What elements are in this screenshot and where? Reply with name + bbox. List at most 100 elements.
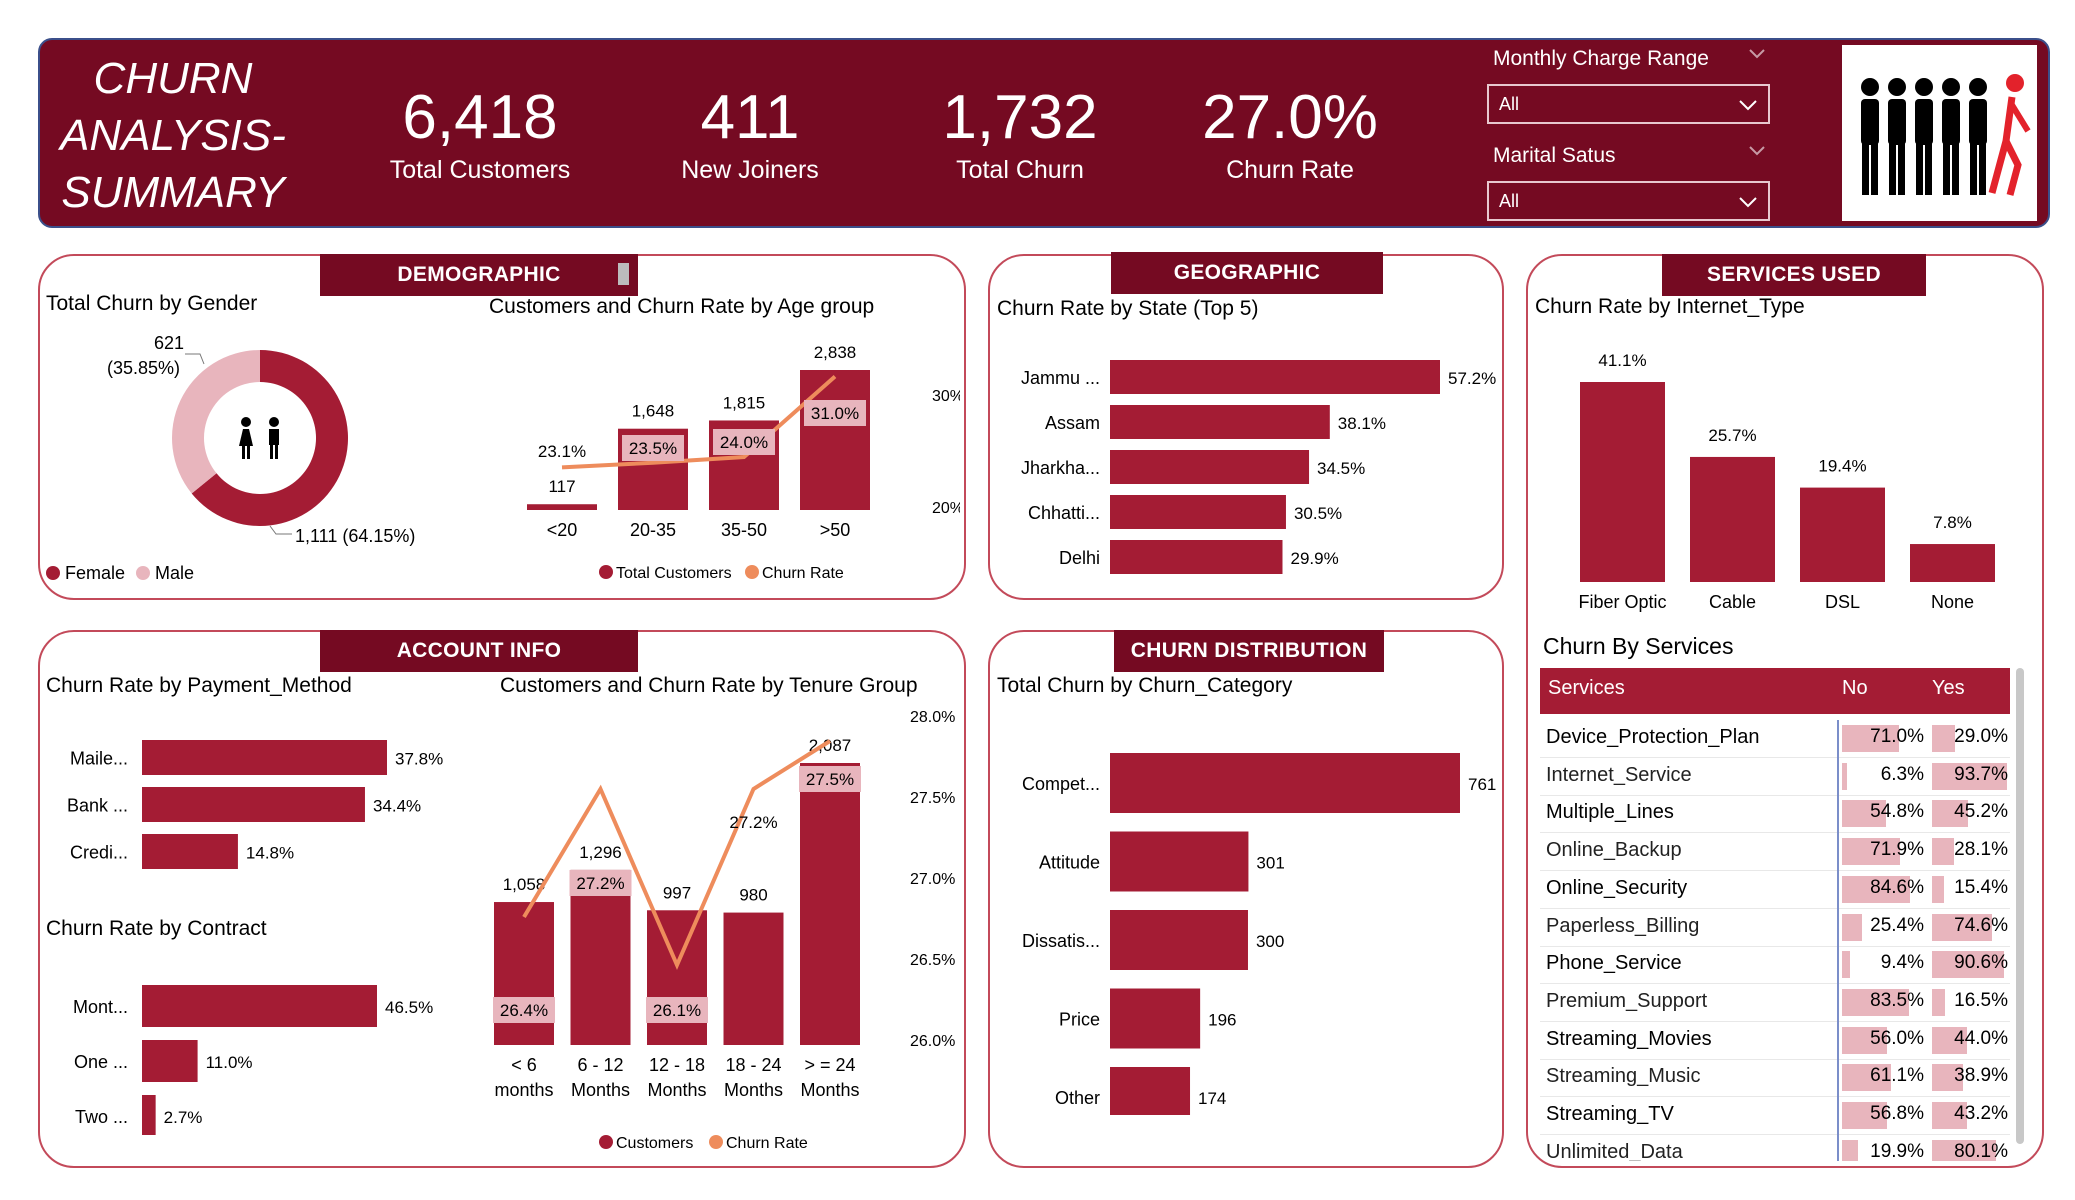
body xyxy=(1969,99,1987,145)
bar-3 xyxy=(1110,988,1201,1049)
bar-value-label: 761 xyxy=(1468,775,1496,794)
body xyxy=(1861,99,1879,145)
bar-value-label: 1,648 xyxy=(632,402,675,421)
table-row[interactable]: Unlimited_Data 19.9% 80.1% xyxy=(1540,1135,2010,1161)
table-row[interactable]: Device_Protection_Plan 71.0% 29.0% xyxy=(1540,720,2010,758)
male-icon-leg xyxy=(270,444,273,459)
leg xyxy=(1952,143,1959,195)
donut-label-male-value: 621 xyxy=(154,333,185,353)
table-row[interactable]: Streaming_TV 56.8% 43.2% xyxy=(1540,1097,2010,1135)
bar-0 xyxy=(1110,753,1460,813)
bar-value-label: 1,815 xyxy=(723,393,766,412)
table-row[interactable]: Streaming_Music 61.1% 38.9% xyxy=(1540,1059,2010,1098)
yes-value: 38.9% xyxy=(1954,1065,2008,1087)
no-value: 61.1% xyxy=(1870,1065,1924,1087)
right-axis-tick: 26.0% xyxy=(910,1033,955,1050)
scrollbar-handle[interactable] xyxy=(618,263,629,285)
legend-label: Male xyxy=(155,563,195,583)
churn-rate-line xyxy=(561,375,837,470)
bar-value-label: 38.1% xyxy=(1338,414,1386,433)
table-row[interactable]: Streaming_Movies 56.0% 44.0% xyxy=(1540,1022,2010,1060)
bar-value-label: 997 xyxy=(663,883,691,902)
table-row[interactable]: Paperless_Billing 25.4% 74.6% xyxy=(1540,909,2010,947)
yes-value: 15.4% xyxy=(1954,876,2008,898)
bar-4 xyxy=(1110,540,1283,574)
chevron-down-icon[interactable] xyxy=(1748,144,1766,158)
legend-dot xyxy=(745,565,759,579)
legend-label: Total Customers xyxy=(616,565,732,582)
chevron-down-icon xyxy=(1739,100,1757,111)
age-combo-chart: 117 <20 1,648 20-35 1,815 35-50 2,838 >50 23.1% 2… xyxy=(527,343,960,582)
service-name: Streaming_Movies xyxy=(1546,1027,1712,1050)
category-label: Other xyxy=(1055,1088,1100,1108)
category-label: Two ... xyxy=(75,1107,128,1127)
table-row[interactable]: Online_Backup 71.9% 28.1% xyxy=(1540,833,2010,872)
category-label: Jharkha... xyxy=(1021,458,1100,478)
table-row[interactable]: Internet_Service 6.3% 93.7% xyxy=(1540,758,2010,796)
header-yes[interactable]: Yes xyxy=(1932,677,1965,700)
category-label: Cable xyxy=(1709,592,1756,612)
legend-label: Churn Rate xyxy=(726,1135,808,1152)
table-row[interactable]: Phone_Service 9.4% 90.6% xyxy=(1540,946,2010,985)
bar-2 xyxy=(1110,450,1310,484)
table-scrollbar[interactable] xyxy=(2016,668,2024,1144)
category-label: Dissatis... xyxy=(1022,931,1100,951)
donut-label-male-pct: (35.85%) xyxy=(107,358,181,378)
service-name: Streaming_Music xyxy=(1546,1065,1701,1088)
bar-0 xyxy=(1110,360,1440,394)
kpi-value: 411 xyxy=(700,83,800,152)
header-services[interactable]: Services xyxy=(1548,677,1625,700)
services-table: Services No Yes Device_Protection_Plan 71… xyxy=(1540,668,2024,1161)
category-label: Compet... xyxy=(1022,774,1100,794)
header-no[interactable]: No xyxy=(1842,677,1868,700)
right-axis-tick: 26.5% xyxy=(910,952,955,969)
bar-value-label: 980 xyxy=(739,886,767,905)
bar-1 xyxy=(1690,456,1775,582)
right-axis-tick: 30% xyxy=(932,388,960,405)
service-name: Online_Security xyxy=(1546,876,1688,899)
rate-value-label: 26.4% xyxy=(500,1001,548,1020)
table-row[interactable]: Premium_Support 83.5% 16.5% xyxy=(1540,984,2010,1022)
yes-value: 28.1% xyxy=(1954,839,2008,861)
table-row[interactable]: Multiple_Lines 54.8% 45.2% xyxy=(1540,795,2010,834)
body xyxy=(1888,99,1906,145)
person-figure-3 xyxy=(1942,78,1960,195)
leader-line-male xyxy=(185,353,205,365)
male-icon-leg xyxy=(275,444,278,459)
head xyxy=(1969,78,1987,96)
bar-4 xyxy=(800,763,860,1045)
kpi-value: 1,732 xyxy=(942,83,1098,152)
head xyxy=(1942,78,1960,96)
chevron-down-icon[interactable] xyxy=(1748,47,1766,61)
leg xyxy=(1916,143,1923,195)
kpi-total-churn: 1,732 Total Churn xyxy=(910,80,1130,185)
head xyxy=(1861,78,1879,96)
title-line-3: SUMMARY xyxy=(61,168,285,217)
female-icon-head xyxy=(241,417,251,427)
internet-bar-chart: 41.1% Fiber Optic 25.7% Cable 19.4% DSL 7.8% No… xyxy=(1578,351,1995,612)
bar-value-label: 117 xyxy=(548,477,575,496)
bar-4 xyxy=(1110,1067,1191,1115)
category-label: 12 - 18 xyxy=(649,1055,705,1075)
demographic-panel-title: DEMOGRAPHIC xyxy=(320,254,638,296)
category-label: 18 - 24 xyxy=(725,1055,781,1075)
body xyxy=(1942,99,1960,145)
internet-chart-title: Churn Rate by Internet_Type xyxy=(1535,295,1805,318)
bar-value-label: 19.4% xyxy=(1818,457,1866,476)
male-icon-body xyxy=(269,429,279,445)
category-label: months xyxy=(494,1080,553,1100)
no-value: 19.9% xyxy=(1870,1140,1924,1161)
leg xyxy=(1862,143,1869,195)
yes-value: 44.0% xyxy=(1954,1027,2008,1049)
category-chart-title: Total Churn by Churn_Category xyxy=(997,674,1293,697)
bar-value-label: 25.7% xyxy=(1708,426,1756,445)
table-row[interactable]: Online_Security 84.6% 15.4% xyxy=(1540,871,2010,909)
right-axis-tick: 27.5% xyxy=(910,790,955,807)
title-line-1: CHURN xyxy=(93,54,253,103)
contract-chart-title: Churn Rate by Contract xyxy=(46,917,267,940)
no-value: 9.4% xyxy=(1880,952,1924,974)
monthly-charge-dropdown[interactable]: All xyxy=(1487,84,1770,124)
marital-status-dropdown[interactable]: All xyxy=(1487,181,1770,221)
bar-0 xyxy=(527,504,597,510)
legend-dot xyxy=(709,1135,723,1149)
